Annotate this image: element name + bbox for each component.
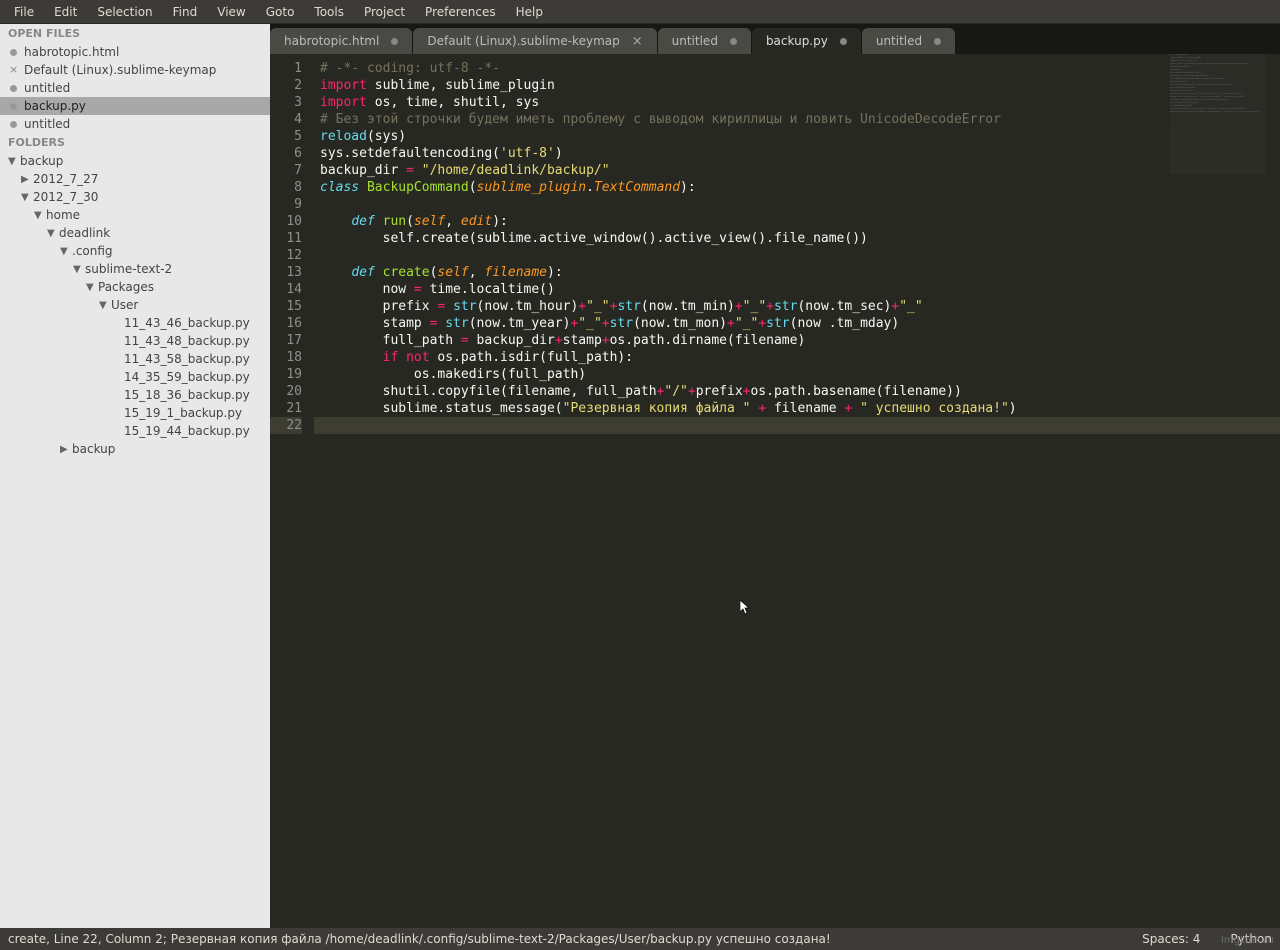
menu-find[interactable]: Find — [163, 2, 208, 22]
folder-item[interactable]: ▼2012_7_30 — [0, 188, 270, 206]
code-area[interactable]: 12345678910111213141516171819202122 # -*… — [270, 54, 1280, 928]
dirty-dot-icon — [730, 38, 737, 45]
chevron-right-icon[interactable]: ▶ — [21, 174, 33, 185]
tree-label: Packages — [98, 280, 154, 294]
tree-label: deadlink — [59, 226, 110, 240]
dirty-dot-icon — [391, 38, 398, 45]
tab[interactable]: untitled — [658, 28, 751, 54]
folder-item[interactable]: ▶2012_7_27 — [0, 170, 270, 188]
chevron-down-icon[interactable]: ▼ — [8, 156, 20, 167]
file-item[interactable]: 15_18_36_backup.py — [0, 386, 270, 404]
editor-area: habrotopic.html Default (Linux).sublime-k… — [270, 24, 1280, 928]
tab-row: habrotopic.html Default (Linux).sublime-k… — [270, 24, 1280, 54]
watermark: ImgLink.ru — [1221, 935, 1274, 946]
folder-item[interactable]: ▼Packages — [0, 278, 270, 296]
tree-label: 15_18_36_backup.py — [124, 388, 250, 402]
dirty-dot-icon — [10, 49, 17, 56]
tree-label: 11_43_46_backup.py — [124, 316, 250, 330]
tree-label: home — [46, 208, 80, 222]
file-item[interactable]: 11_43_48_backup.py — [0, 332, 270, 350]
file-item[interactable]: 15_19_44_backup.py — [0, 422, 270, 440]
open-file-item[interactable]: habrotopic.html — [0, 43, 270, 61]
chevron-down-icon[interactable]: ▼ — [21, 192, 33, 203]
status-spaces[interactable]: Spaces: 4 — [1142, 932, 1200, 946]
tree-label: backup — [20, 154, 63, 168]
open-file-item[interactable]: backup.py — [0, 97, 270, 115]
menubar: FileEditSelectionFindViewGotoToolsProjec… — [0, 0, 1280, 24]
open-files-header: OPEN FILES — [0, 24, 270, 43]
dirty-dot-icon — [10, 103, 17, 110]
dirty-dot-icon — [934, 38, 941, 45]
chevron-down-icon[interactable]: ▼ — [47, 228, 59, 239]
dirty-dot-icon — [840, 38, 847, 45]
menu-file[interactable]: File — [4, 2, 44, 22]
folder-item[interactable]: ▼backup — [0, 152, 270, 170]
sidebar: OPEN FILES habrotopic.html × Default (Linu… — [0, 24, 270, 928]
file-item[interactable]: 15_19_1_backup.py — [0, 404, 270, 422]
tree-label: backup — [72, 442, 115, 456]
menu-tools[interactable]: Tools — [304, 2, 354, 22]
tree-label: User — [111, 298, 138, 312]
file-item[interactable]: 11_43_46_backup.py — [0, 314, 270, 332]
code-content[interactable]: # -*- coding: utf-8 -*-import sublime, s… — [314, 54, 1280, 928]
status-left: create, Line 22, Column 2; Резервная коп… — [8, 932, 831, 946]
tab[interactable]: habrotopic.html — [270, 28, 412, 54]
open-file-label: Default (Linux).sublime-keymap — [24, 63, 216, 77]
open-file-label: untitled — [24, 117, 70, 131]
open-file-item[interactable]: untitled — [0, 79, 270, 97]
menu-goto[interactable]: Goto — [256, 2, 305, 22]
tab[interactable]: backup.py — [752, 28, 861, 54]
menu-edit[interactable]: Edit — [44, 2, 87, 22]
menu-view[interactable]: View — [207, 2, 255, 22]
tree-label: 14_35_59_backup.py — [124, 370, 250, 384]
tree-label: 15_19_1_backup.py — [124, 406, 242, 420]
menu-preferences[interactable]: Preferences — [415, 2, 506, 22]
file-item[interactable]: 14_35_59_backup.py — [0, 368, 270, 386]
tab[interactable]: Default (Linux).sublime-keymap × — [413, 28, 656, 54]
tree-label: sublime-text-2 — [85, 262, 172, 276]
tab-label: untitled — [672, 34, 718, 48]
file-item[interactable]: 11_43_58_backup.py — [0, 350, 270, 368]
close-icon[interactable]: × — [9, 63, 18, 76]
tab-label: untitled — [876, 34, 922, 48]
gutter: 12345678910111213141516171819202122 — [270, 54, 314, 928]
chevron-right-icon[interactable]: ▶ — [60, 444, 72, 455]
menu-help[interactable]: Help — [506, 2, 553, 22]
open-file-item[interactable]: × Default (Linux).sublime-keymap — [0, 61, 270, 79]
folder-item[interactable]: ▼.config — [0, 242, 270, 260]
dirty-dot-icon — [10, 85, 17, 92]
open-file-label: habrotopic.html — [24, 45, 119, 59]
chevron-down-icon[interactable]: ▼ — [86, 282, 98, 293]
folder-item[interactable]: ▼sublime-text-2 — [0, 260, 270, 278]
menu-selection[interactable]: Selection — [87, 2, 162, 22]
close-icon[interactable]: × — [632, 34, 643, 49]
menu-project[interactable]: Project — [354, 2, 415, 22]
dirty-dot-icon — [10, 121, 17, 128]
folder-item[interactable]: ▼deadlink — [0, 224, 270, 242]
tab-label: habrotopic.html — [284, 34, 379, 48]
tab[interactable]: untitled — [862, 28, 955, 54]
folder-item[interactable]: ▼User — [0, 296, 270, 314]
folders-header: FOLDERS — [0, 133, 270, 152]
tree-label: .config — [72, 244, 113, 258]
tree-label: 2012_7_27 — [33, 172, 98, 186]
open-file-label: untitled — [24, 81, 70, 95]
chevron-down-icon[interactable]: ▼ — [73, 264, 85, 275]
tab-label: backup.py — [766, 34, 828, 48]
folder-item[interactable]: ▶backup — [0, 440, 270, 458]
tree-label: 11_43_58_backup.py — [124, 352, 250, 366]
chevron-down-icon[interactable]: ▼ — [99, 300, 111, 311]
tab-label: Default (Linux).sublime-keymap — [427, 34, 619, 48]
tree-label: 15_19_44_backup.py — [124, 424, 250, 438]
open-file-item[interactable]: untitled — [0, 115, 270, 133]
minimap[interactable]: # -*- coding: utf-8 -*-import sublime, s… — [1170, 54, 1266, 174]
chevron-down-icon[interactable]: ▼ — [60, 246, 72, 257]
tree-label: 11_43_48_backup.py — [124, 334, 250, 348]
folder-item[interactable]: ▼home — [0, 206, 270, 224]
chevron-down-icon[interactable]: ▼ — [34, 210, 46, 221]
tree-label: 2012_7_30 — [33, 190, 98, 204]
statusbar: create, Line 22, Column 2; Резервная коп… — [0, 928, 1280, 950]
open-file-label: backup.py — [24, 99, 86, 113]
